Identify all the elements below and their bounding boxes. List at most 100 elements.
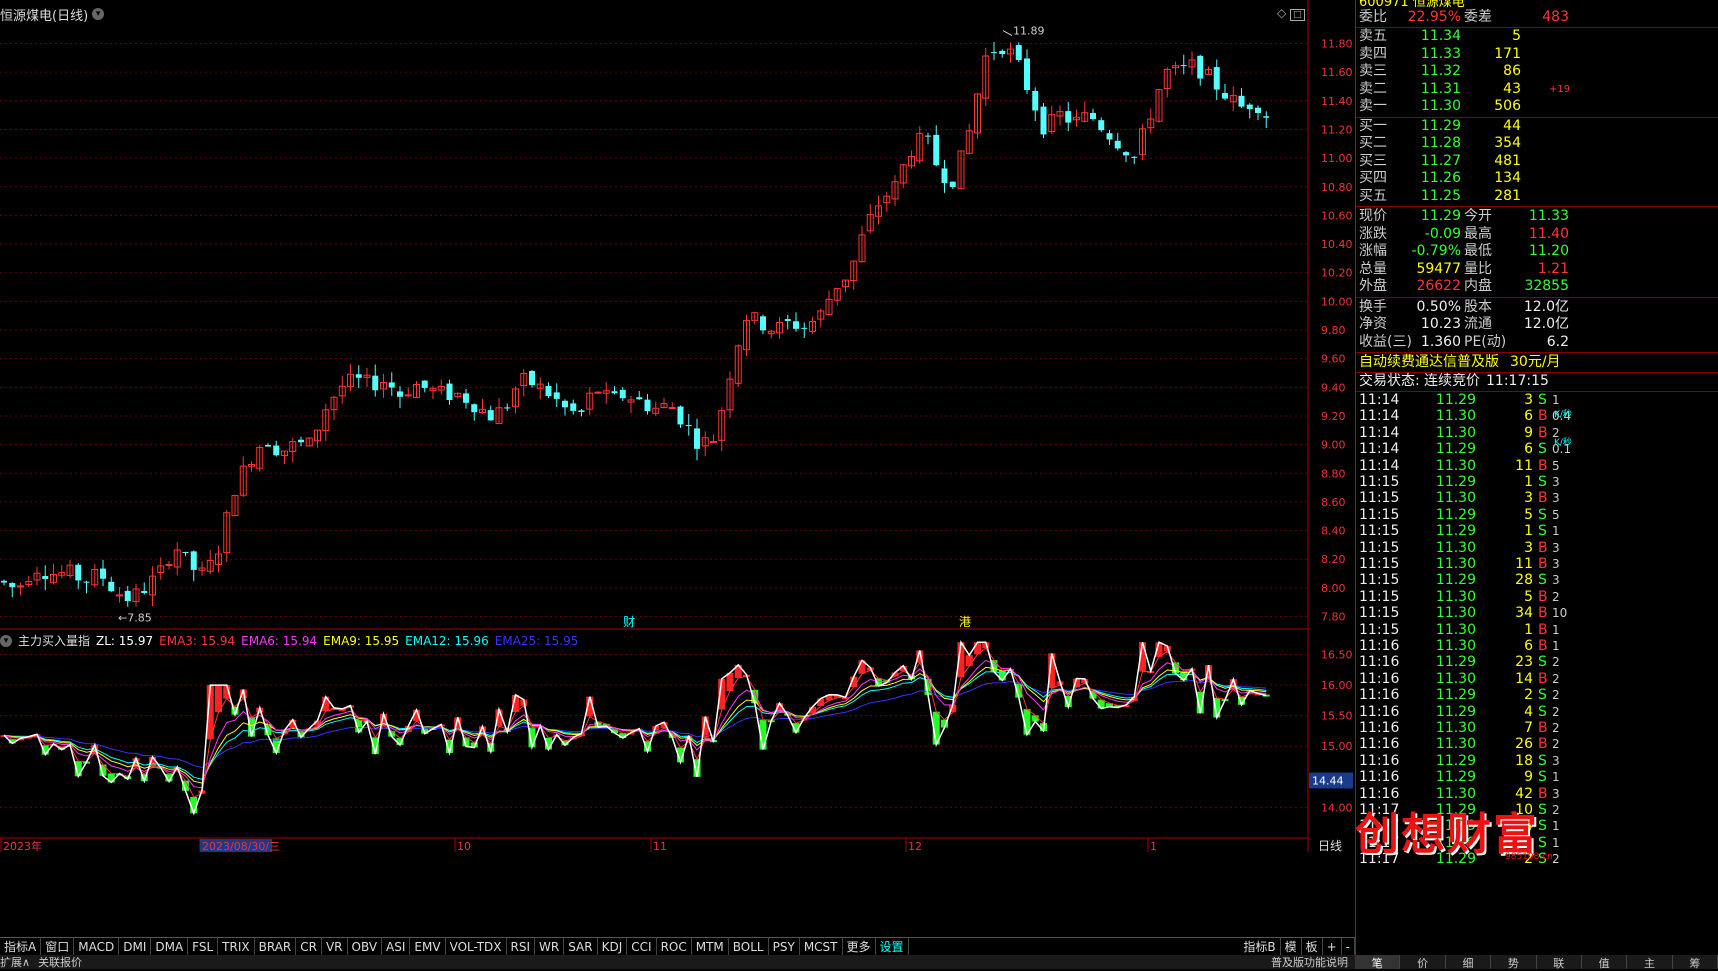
indicator-tab-psy[interactable]: PSY <box>769 938 800 956</box>
indicator-tab-emv[interactable]: EMV <box>410 938 446 956</box>
side-tab-bar: 笔价细势联值主筹 <box>1355 955 1718 970</box>
ask-row: 卖三 11.32 86 <box>1356 63 1718 80</box>
candle-body-up <box>710 440 717 443</box>
tick-time: 11:15 <box>1359 621 1400 638</box>
indicator-name[interactable]: 主力买入量指 <box>18 632 90 649</box>
side-tab-6[interactable]: 主 <box>1627 955 1673 970</box>
side-tab-0[interactable]: 笔 <box>1355 955 1401 970</box>
fund-value2: 12.0亿 <box>1523 298 1569 315</box>
ask-row: 卖四 11.33 171 <box>1356 46 1718 63</box>
indicator-tab-cci[interactable]: CCI <box>627 938 657 956</box>
tick-price: 11.29 <box>1435 392 1476 408</box>
price-tick-label: 11.80 <box>1321 37 1353 50</box>
indicator-tab-kdj[interactable]: KDJ <box>598 938 628 956</box>
tick-count: 3 <box>1552 786 1560 801</box>
indicator-tab-roc[interactable]: ROC <box>657 938 692 956</box>
tick-price: 11.29 <box>1435 572 1476 589</box>
bid-label: 买二 <box>1359 135 1387 151</box>
side-tab-7[interactable]: 筹 <box>1673 955 1718 970</box>
tick-volume: 3 <box>1524 539 1533 556</box>
tick-price: 11.30 <box>1435 638 1476 654</box>
candle-body-down <box>529 370 535 386</box>
status-right-text[interactable]: 普及版功能说明 <box>1271 954 1348 970</box>
tick-row: 11:16 11.29 4 S 2 <box>1356 704 1718 720</box>
title-dropdown-icon[interactable]: ▾ <box>92 8 105 20</box>
indicator-tab-brar[interactable]: BRAR <box>255 938 297 956</box>
fund-label2: 流通 <box>1464 316 1492 332</box>
ad-row[interactable]: 自动续费通达信普及版 30元/月 <box>1356 354 1718 371</box>
indicator-tab-cr[interactable]: CR <box>296 938 322 956</box>
quote-label: 涨幅 <box>1359 243 1387 259</box>
indicator-tab-vol-tdx[interactable]: VOL-TDX <box>446 938 507 956</box>
time-tick-label: 2023年 <box>3 839 42 853</box>
tick-price: 11.30 <box>1435 670 1476 687</box>
side-tab-3[interactable]: 势 <box>1491 955 1537 970</box>
trade-state-value: 连续竞价 <box>1424 373 1480 389</box>
tick-row: 11:16 11.29 18 S 3 <box>1356 753 1718 769</box>
indicator-tab-mtm[interactable]: MTM <box>692 938 729 956</box>
bid-price: 11.26 <box>1420 170 1461 186</box>
price-tick-label: 8.00 <box>1321 582 1346 595</box>
indicator-zl: ZL: 15.97 <box>96 633 154 648</box>
indicator-tab-sar[interactable]: SAR <box>564 938 598 956</box>
side-tab-4[interactable]: 联 <box>1537 955 1582 970</box>
side-tab-2[interactable]: 细 <box>1446 955 1492 970</box>
indicator-tab-asi[interactable]: ASI <box>382 938 411 956</box>
tick-time: 11:15 <box>1359 523 1400 540</box>
window-restore-icon[interactable]: □ <box>1290 9 1305 21</box>
indicator-tab-dma[interactable]: DMA <box>151 938 189 956</box>
candle-body-down <box>1213 67 1220 90</box>
tick-time: 11:14 <box>1359 392 1400 408</box>
side-tab-5[interactable]: 值 <box>1582 955 1628 970</box>
quote-label: 总量 <box>1359 260 1387 277</box>
ask-label: 卖三 <box>1359 63 1387 79</box>
indicator-tab-wr[interactable]: WR <box>535 938 565 956</box>
tick-time: 11:14 <box>1359 424 1400 441</box>
tick-time: 11:16 <box>1359 654 1400 671</box>
candle-body-down <box>570 403 577 411</box>
expand-button[interactable]: 扩展∧ <box>0 954 30 970</box>
indicator-tab-boll[interactable]: BOLL <box>729 938 769 956</box>
candle-body-down <box>611 391 618 394</box>
tick-row: 11:15 11.29 1 S 3 <box>1356 474 1718 490</box>
kline-chart-area[interactable]: 11.80 11.60 11.40 11.20 11.00 10.80 10.60 10.40… <box>0 0 1355 940</box>
time-tick-label: 12 <box>908 840 922 853</box>
related-quote-button[interactable]: 关联报价 <box>38 954 82 970</box>
tick-direction: B <box>1538 490 1548 507</box>
candle-body-up <box>594 391 602 394</box>
indicator-tab-obv[interactable]: OBV <box>348 938 383 956</box>
cycle-label: 日线 <box>1318 839 1342 853</box>
indicator-tab-mcst[interactable]: MCST <box>800 938 843 956</box>
indicator-tab-更多[interactable]: 更多 <box>843 938 876 956</box>
bid-price: 11.25 <box>1420 187 1461 204</box>
tick-row: 11:15 11.30 3 B 3 <box>1356 490 1718 506</box>
tick-price: 11.30 <box>1435 621 1476 638</box>
fund-value2: 12.0亿 <box>1523 316 1569 332</box>
tick-volume: 2 <box>1524 687 1533 704</box>
indicator-tab-trix[interactable]: TRIX <box>218 938 255 956</box>
candle-body-up <box>404 394 412 397</box>
candle-body-down <box>42 576 49 580</box>
indicator-tab-fsl[interactable]: FSL <box>188 938 219 956</box>
tick-count: 5 <box>1552 458 1560 473</box>
indicator-tab-dmi[interactable]: DMI <box>119 938 152 956</box>
indicator-dropdown-icon[interactable]: ▾ <box>0 634 12 647</box>
indicator-tab-vr[interactable]: VR <box>322 938 348 956</box>
tick-direction: B <box>1538 424 1548 441</box>
candle-body-up <box>17 585 24 588</box>
candle-body-down <box>108 581 115 592</box>
tick-volume: 6 <box>1524 408 1533 425</box>
side-tab-1[interactable]: 价 <box>1400 955 1446 970</box>
quote-value2: 11.33 <box>1528 208 1569 224</box>
tick-row: 11:16 11.29 23 S 2 <box>1356 654 1718 670</box>
indicator-tab-rsi[interactable]: RSI <box>507 938 536 956</box>
candle-body-down <box>1197 55 1204 79</box>
candle-body-down <box>553 392 560 399</box>
kline-chart-svg[interactable]: 11.80 11.60 11.40 11.20 11.00 10.80 10.60 10.40… <box>0 0 1355 940</box>
tick-volume: 6 <box>1524 441 1533 458</box>
bid-row: 买二 11.28 354 <box>1356 135 1718 152</box>
tick-direction: B <box>1538 539 1548 556</box>
indicator-tab-设置[interactable]: 设置 <box>876 938 909 956</box>
diamond-icon[interactable]: ◇ <box>1277 6 1286 20</box>
tick-row: 11:15 11.30 34 B 10 <box>1356 605 1718 621</box>
